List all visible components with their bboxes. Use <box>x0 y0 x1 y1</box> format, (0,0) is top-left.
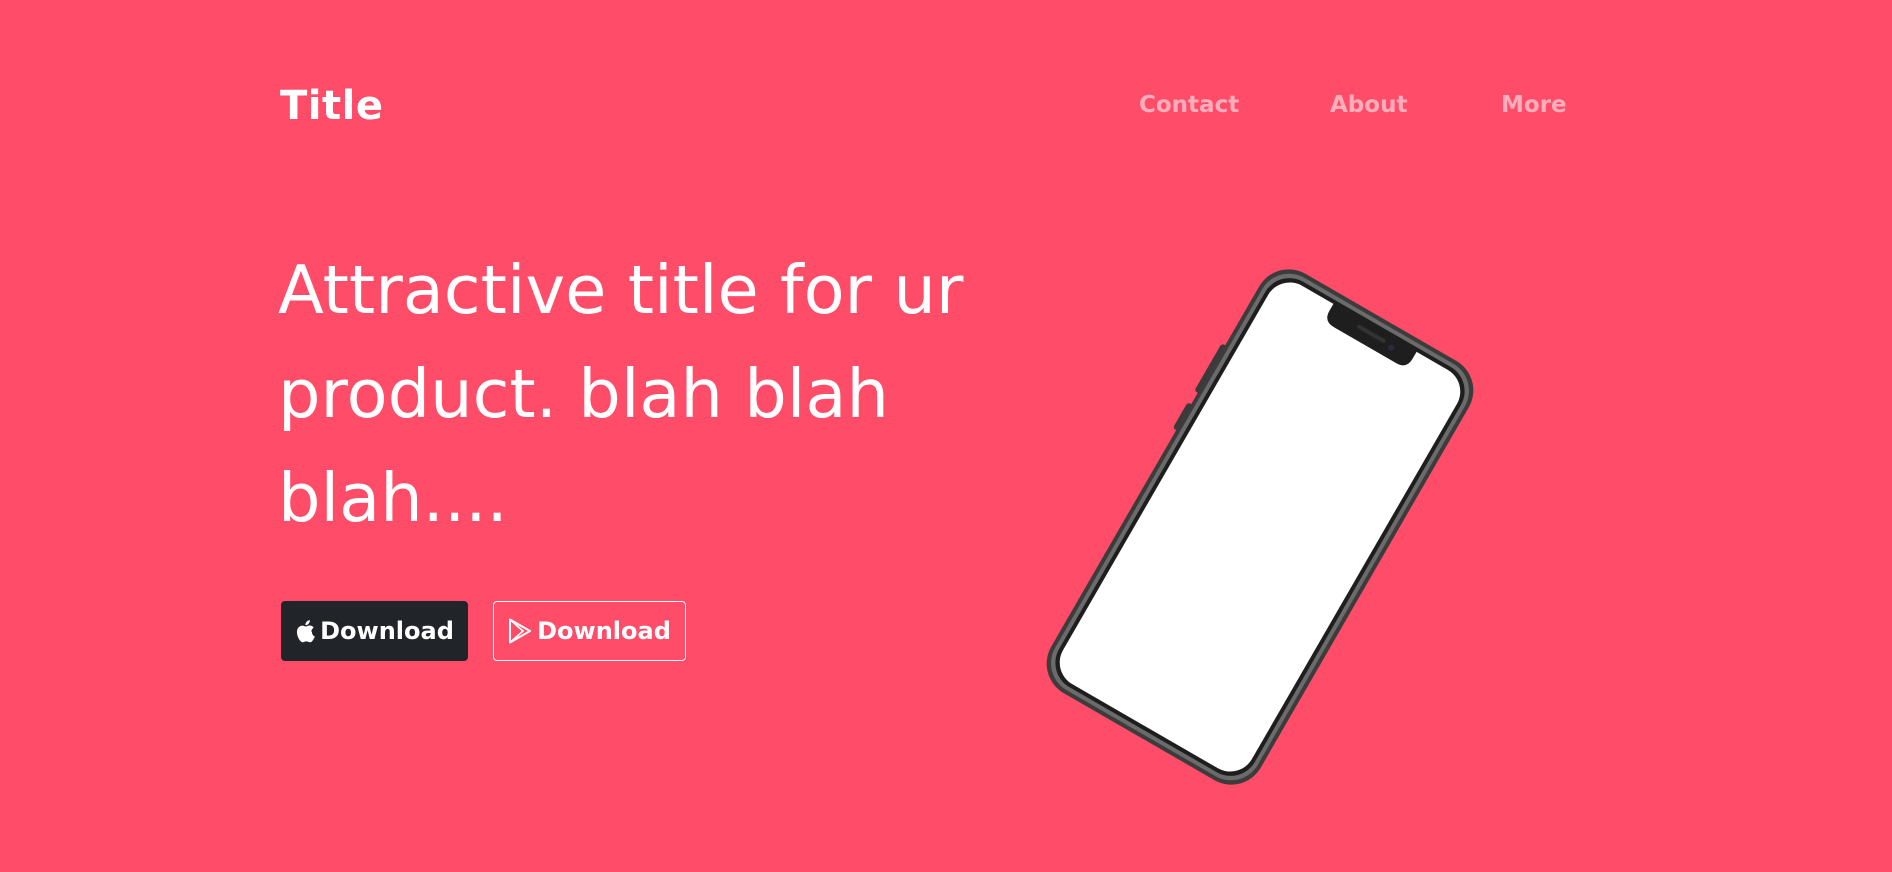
landing-page: Title Contact About More Attractive titl… <box>0 0 1892 872</box>
app-store-download-label: Download <box>320 617 454 645</box>
brand-title[interactable]: Title <box>280 78 383 134</box>
google-play-download-label: Download <box>537 617 671 645</box>
google-play-download-button[interactable]: Download <box>493 601 686 661</box>
google-play-icon <box>508 618 532 644</box>
app-store-download-button[interactable]: Download <box>281 601 468 661</box>
nav-more[interactable]: More <box>1501 88 1567 122</box>
hero-title: Attractive title for ur product. blah bl… <box>278 251 964 537</box>
nav-contact[interactable]: Contact <box>1139 88 1239 122</box>
apple-icon <box>295 619 315 643</box>
phone-mockup <box>1030 262 1490 792</box>
nav-about[interactable]: About <box>1330 88 1407 122</box>
